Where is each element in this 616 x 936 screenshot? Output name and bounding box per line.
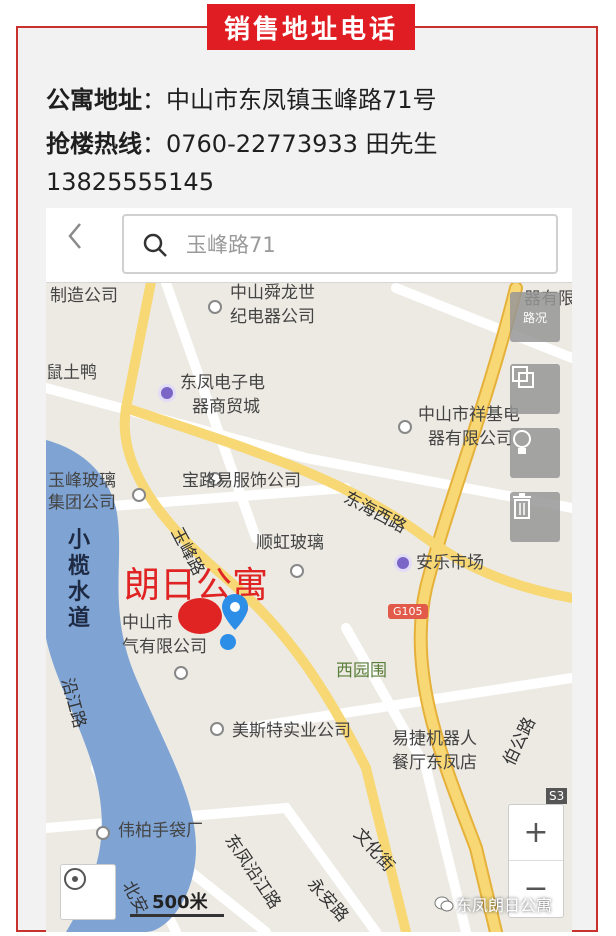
search-input[interactable] — [184, 224, 548, 266]
poi-dot — [290, 564, 304, 578]
poi-label: 伟柏手袋厂 — [118, 821, 203, 841]
layers-icon — [512, 366, 534, 388]
crosshair-icon — [64, 868, 86, 890]
poi-label: 集团公司 — [48, 493, 116, 513]
poi-label: 中山市祥基电 — [418, 405, 520, 425]
poi-label: 器商贸城 — [192, 397, 260, 417]
poi-label: 纪电器公司 — [230, 307, 315, 327]
hotline-line: 抢楼热线：0760-22773933 田先生 — [46, 124, 438, 159]
scale-label: 500米 — [152, 892, 208, 913]
hotline-value[interactable]: ：0760-22773933 田先生 — [142, 130, 438, 158]
poi-label: 气有限公司 — [122, 637, 207, 657]
poi-dot — [132, 488, 146, 502]
poi-label: 东凤电子电 — [180, 373, 265, 393]
traffic-button[interactable]: 路况 — [510, 292, 560, 342]
mobile-number[interactable]: 13825555145 — [46, 168, 214, 196]
poi-label: 中山舜龙世 — [230, 283, 315, 303]
poi-dot — [174, 666, 188, 680]
clear-button[interactable] — [510, 492, 560, 542]
poi-label: 制造公司 — [50, 286, 118, 306]
scale-bar: 500米 — [130, 888, 230, 918]
zoom-in-button[interactable]: + — [509, 805, 563, 860]
layers-button[interactable] — [510, 364, 560, 414]
address-label: 公寓地址 — [46, 86, 142, 114]
back-button[interactable] — [66, 222, 106, 266]
poi-label: 中山市 — [122, 613, 173, 633]
search-icon — [143, 233, 167, 257]
location-pin-icon[interactable] — [220, 592, 250, 652]
map-search-bar — [46, 208, 572, 283]
poi-label: 安乐市场 — [416, 553, 484, 573]
locate-button[interactable] — [60, 864, 116, 920]
poi-label: 器有限公司 — [428, 429, 513, 449]
poi-label: 易捷机器人 — [392, 729, 477, 749]
apartment-blob-icon — [178, 598, 222, 634]
poi-dot — [208, 300, 222, 314]
poi-label: 鼠土鸭 — [46, 363, 97, 383]
map-view[interactable]: 制造公司 中山舜龙世 纪电器公司 器有限 鼠土鸭 东凤电子电 器商贸城 中山市祥… — [46, 208, 572, 932]
traffic-label: 路况 — [522, 310, 547, 325]
place-button[interactable] — [510, 428, 560, 478]
poi-label: 顺虹玻璃 — [256, 533, 324, 553]
search-box[interactable] — [122, 214, 558, 274]
section-title: 销售地址电话 — [207, 4, 415, 50]
poi-label: 西园围 — [336, 661, 387, 681]
hotline-label: 抢楼热线 — [46, 130, 142, 158]
wechat-icon — [434, 896, 454, 912]
river-label: 小榄水道 — [68, 528, 91, 631]
poi-label: 宝路易服饰公司 — [182, 471, 301, 491]
bulb-icon — [513, 430, 531, 454]
poi-label: 餐厅东凤店 — [392, 753, 477, 773]
chevron-left-icon — [68, 223, 81, 249]
poi-label: 玉峰玻璃 — [48, 471, 116, 491]
poi-dot — [398, 420, 412, 434]
address-line: 公寓地址：中山市东凤镇玉峰路71号 — [46, 80, 437, 115]
poi-dot — [210, 722, 224, 736]
poi-pin — [158, 384, 176, 402]
poi-label: 美斯特实业公司 — [232, 721, 351, 741]
poi-pin — [394, 554, 412, 572]
highway-badge: G105 — [388, 604, 428, 619]
watermark-text: 东凤朗日公寓 — [456, 896, 553, 915]
highway-badge: S3 — [546, 788, 568, 804]
poi-dot — [96, 826, 110, 840]
scale-line — [130, 914, 224, 917]
trash-icon — [513, 493, 531, 519]
address-value: ：中山市东凤镇玉峰路71号 — [142, 86, 437, 114]
